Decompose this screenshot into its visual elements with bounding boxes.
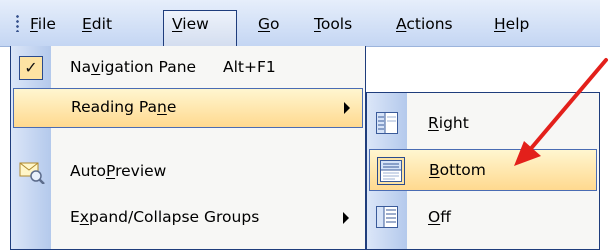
menu-edit-accel: E: [82, 15, 92, 33]
menu-item-navigation-pane[interactable]: ✓ Navigation Pane Alt+F1: [11, 48, 365, 88]
label-part: igation Pane: [100, 58, 197, 76]
menu-item-expand-collapse-groups[interactable]: Expand/Collapse Groups: [11, 198, 365, 238]
label-accel: v: [91, 58, 101, 76]
submenu-arrow-icon: [344, 102, 350, 114]
menu-item-label: Navigation Pane: [70, 58, 196, 76]
menu-item-label: AutoPreview: [70, 162, 166, 180]
menu-go-rest: o: [270, 15, 280, 33]
label-accel: x: [79, 208, 89, 226]
label-part: Auto: [70, 162, 106, 180]
menu-file-accel: F: [30, 15, 38, 33]
label-part: Na: [70, 58, 92, 76]
menu-item-reading-pane[interactable]: Reading Pane: [13, 88, 363, 128]
submenu-item-label: Off: [428, 208, 451, 226]
shortcut-label: Alt+F1: [223, 58, 276, 76]
menu-file-rest: ile: [37, 15, 56, 33]
menu-actions[interactable]: Actions: [388, 10, 461, 38]
menu-item-label: Expand/Collapse Groups: [70, 208, 259, 226]
label-accel: n: [157, 98, 167, 116]
menu-edit[interactable]: Edit: [74, 10, 120, 38]
menu-view-rest: iew: [182, 15, 209, 33]
label-part: E: [70, 208, 80, 226]
menu-item-autopreview[interactable]: AutoPreview: [11, 152, 365, 192]
toolbar-grip-handle[interactable]: [16, 14, 19, 32]
label-part: ff: [440, 208, 451, 226]
checkmark-icon: ✓: [19, 56, 43, 80]
label-accel: R: [428, 114, 439, 132]
menu-actions-accel: A: [396, 15, 407, 33]
submenu-arrow-icon: [343, 212, 349, 224]
reading-pane-right-icon: [375, 111, 399, 135]
reading-pane-bottom-icon: [377, 157, 405, 185]
label-accel: O: [428, 208, 441, 226]
menu-tools[interactable]: Tools: [306, 10, 360, 38]
submenu-item-label: Bottom: [429, 161, 486, 179]
menu-help[interactable]: Help: [486, 10, 537, 38]
menu-actions-rest: ctions: [406, 15, 453, 33]
reading-pane-submenu: Right Bottom Off: [366, 92, 600, 250]
label-accel: B: [429, 161, 440, 179]
label-accel: P: [106, 162, 116, 180]
label-part: review: [115, 162, 167, 180]
label-part: ight: [438, 114, 469, 132]
menu-bar: File Edit View Go Tools Actions Help: [0, 0, 600, 47]
reading-pane-off-icon: [375, 205, 399, 229]
menu-edit-rest: dit: [91, 15, 113, 33]
submenu-item-right[interactable]: Right: [367, 103, 599, 145]
submenu-item-off[interactable]: Off: [367, 197, 599, 239]
menu-help-rest: elp: [505, 15, 530, 33]
menu-tools-accel: T: [314, 15, 321, 33]
menu-go-accel: G: [258, 15, 271, 33]
label-part: pand/Collapse Groups: [88, 208, 260, 226]
label-part: ottom: [439, 161, 486, 179]
view-menu-dropdown: ✓ Navigation Pane Alt+F1 Reading Pane Au…: [10, 46, 366, 250]
menu-tools-rest: ools: [320, 15, 353, 33]
autopreview-envelope-icon: [19, 160, 45, 188]
menu-go[interactable]: Go: [250, 10, 288, 38]
menu-file[interactable]: File: [22, 10, 64, 38]
submenu-item-bottom[interactable]: Bottom: [369, 149, 597, 191]
menu-view-accel: V: [172, 15, 183, 33]
label-part: Reading Pa: [71, 98, 157, 116]
menu-item-label: Reading Pane: [71, 98, 176, 116]
submenu-item-label: Right: [428, 114, 469, 132]
menu-help-accel: H: [494, 15, 506, 33]
menu-view[interactable]: View: [163, 10, 237, 47]
label-part: e: [166, 98, 177, 116]
